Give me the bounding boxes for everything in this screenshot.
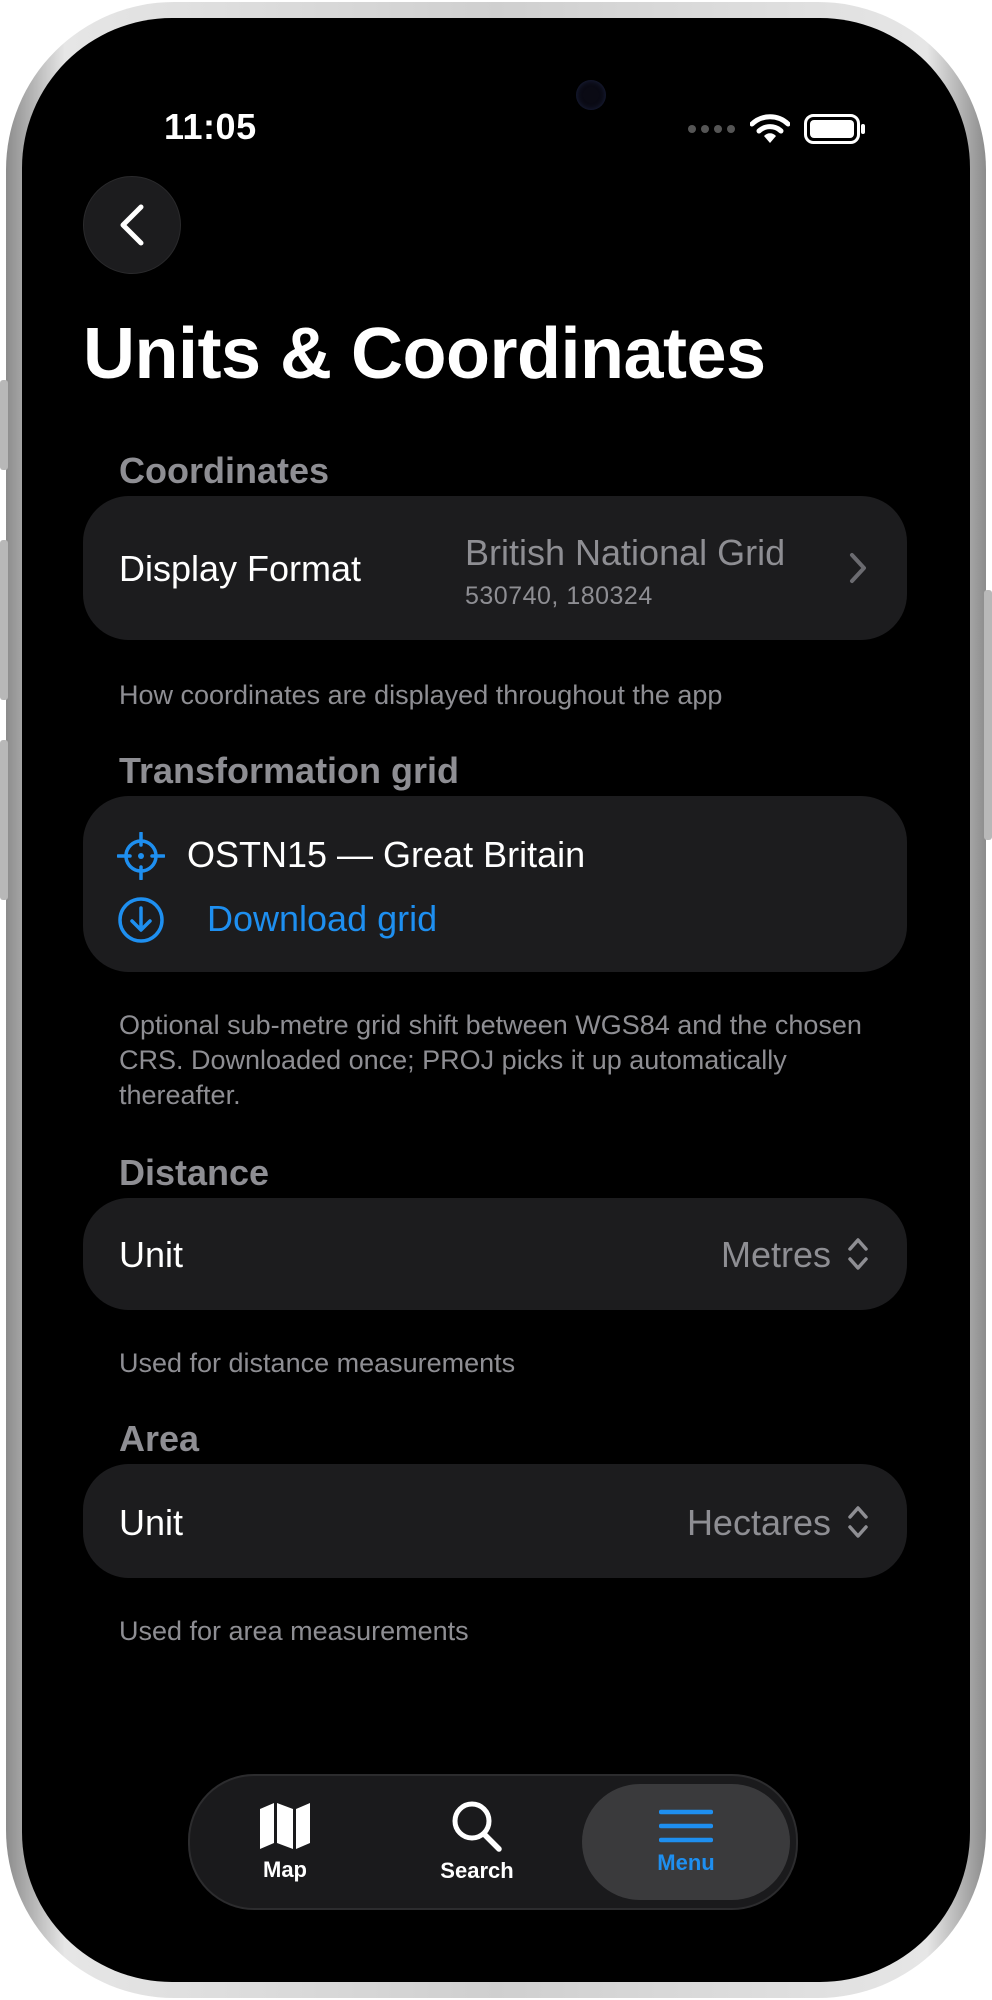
signal-dots-icon xyxy=(688,125,735,133)
tab-menu[interactable]: Menu xyxy=(582,1784,790,1900)
grid-name-label: OSTN15 — Great Britain xyxy=(187,834,586,875)
battery-icon xyxy=(804,114,865,144)
phone-volume-up-button xyxy=(0,540,8,700)
area-unit-label: Unit xyxy=(119,1502,184,1543)
area-unit-row[interactable]: Unit Hectares xyxy=(83,1464,907,1578)
distance-footnote: Used for distance measurements xyxy=(119,1348,516,1378)
distance-unit-row[interactable]: Unit Metres xyxy=(83,1198,907,1310)
area-unit-value: Hectares xyxy=(686,1502,831,1543)
status-time: 11:05 xyxy=(164,106,257,147)
display-format-row[interactable]: Display Format British National Grid 530… xyxy=(83,496,907,640)
screen: 11:05 Units & Coordinates Coordinates Di… xyxy=(22,18,970,1982)
chevron-left-icon xyxy=(120,204,144,246)
area-footnote: Used for area measurements xyxy=(119,1616,469,1646)
section-heading-coordinates: Coordinates xyxy=(119,450,330,491)
status-icons xyxy=(688,114,866,144)
transformation-grid-card: OSTN15 — Great Britain Download grid xyxy=(83,796,907,972)
phone-volume-down-button xyxy=(0,740,8,900)
display-format-label: Display Format xyxy=(119,548,362,589)
menu-icon xyxy=(659,1809,713,1843)
display-format-coordinates: 530740, 180324 xyxy=(465,582,653,610)
chevron-up-down-icon xyxy=(848,1238,868,1270)
chevron-up-down-icon xyxy=(848,1506,868,1538)
crosshair-icon xyxy=(117,832,165,880)
tab-map[interactable]: Map xyxy=(190,1776,380,1908)
tab-menu-label: Menu xyxy=(657,1850,715,1875)
tab-search-label: Search xyxy=(440,1858,514,1883)
camera-icon xyxy=(576,80,606,110)
download-grid-button[interactable]: Download grid xyxy=(113,890,493,946)
tab-search[interactable]: Search xyxy=(382,1776,572,1908)
download-grid-label: Download grid xyxy=(207,898,438,939)
wifi-icon xyxy=(750,114,790,143)
page-title: Units & Coordinates xyxy=(83,314,766,394)
chevron-right-icon xyxy=(850,553,866,583)
map-icon xyxy=(260,1803,310,1849)
transformation-footnote: Optional sub-metre grid shift between WG… xyxy=(119,1010,862,1110)
distance-unit-label: Unit xyxy=(119,1234,184,1275)
dynamic-island xyxy=(324,54,668,154)
coordinates-footnote: How coordinates are displayed throughout… xyxy=(119,680,723,710)
download-circle-icon xyxy=(118,897,164,943)
section-heading-distance: Distance xyxy=(119,1152,270,1193)
section-heading-area: Area xyxy=(119,1418,200,1459)
phone-side-button xyxy=(0,380,8,470)
back-button[interactable] xyxy=(83,176,181,274)
distance-unit-value: Metres xyxy=(720,1234,831,1275)
search-icon xyxy=(452,1801,502,1852)
tab-bar: Map Search Menu xyxy=(188,1774,798,1910)
tab-map-label: Map xyxy=(263,1857,307,1882)
phone-power-button xyxy=(984,590,992,840)
section-heading-transformation: Transformation grid xyxy=(119,750,460,791)
display-format-value: British National Grid xyxy=(465,532,786,573)
